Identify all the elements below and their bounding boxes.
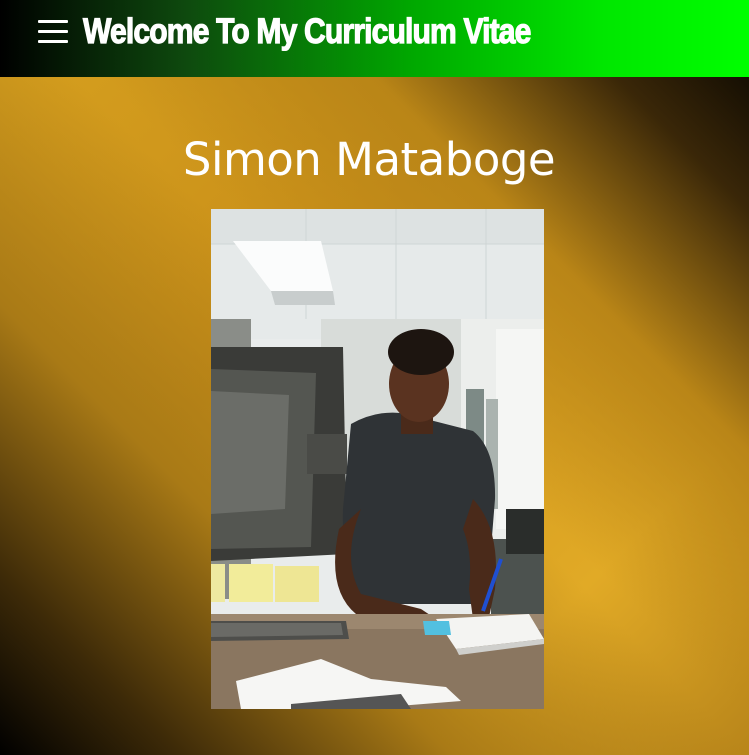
site-title: Welcome To My Curriculum Vitae [82, 11, 531, 51]
site-header: Welcome To My Curriculum Vitae [0, 0, 749, 77]
hamburger-menu-icon[interactable] [38, 16, 68, 46]
main-content: Simon Mataboge [0, 77, 749, 755]
person-name-heading: Simon Mataboge [182, 133, 556, 186]
profile-photo [211, 209, 544, 709]
